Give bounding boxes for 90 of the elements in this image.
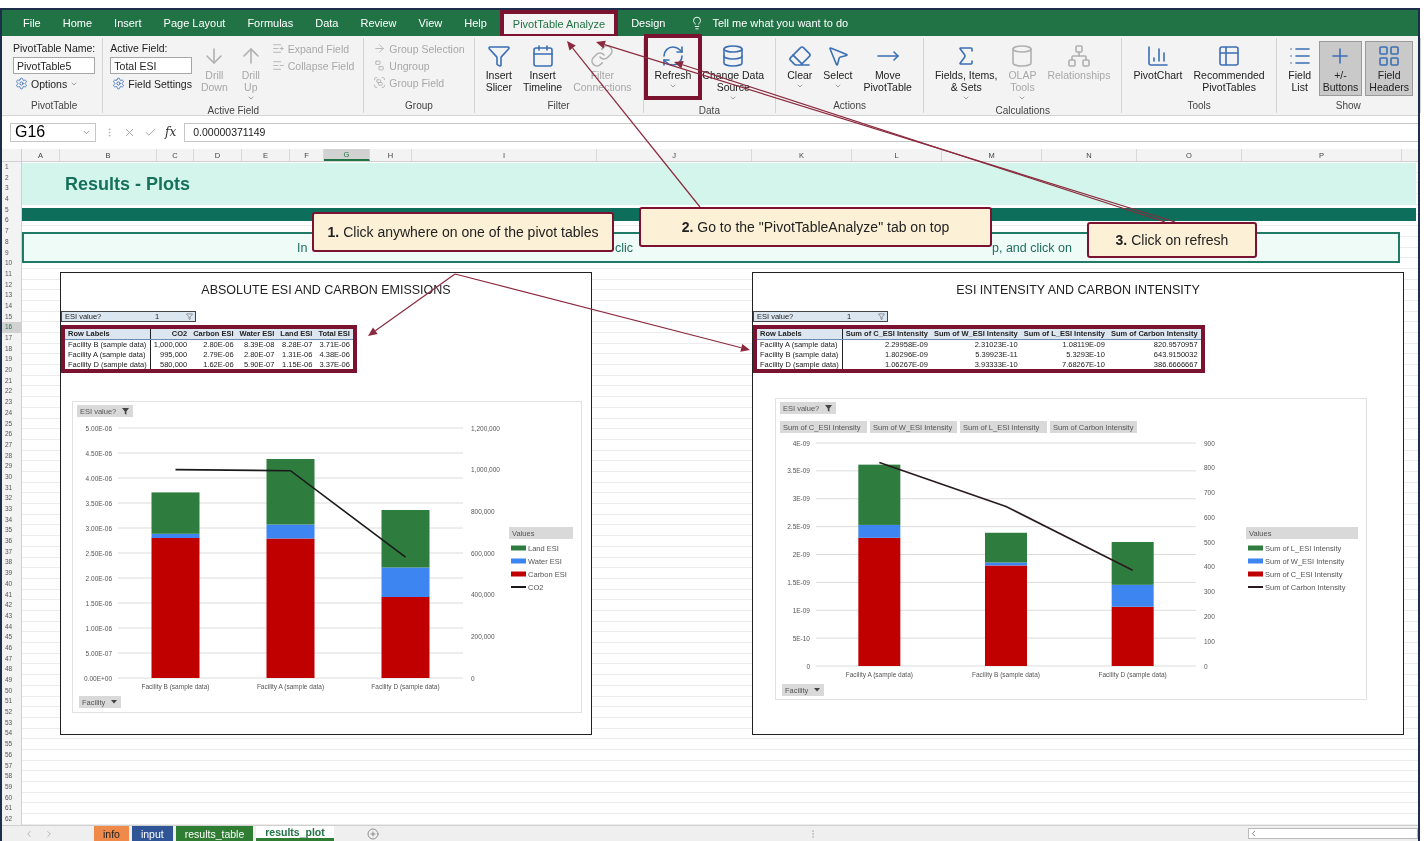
add-icon	[366, 827, 379, 840]
ribbon-button[interactable]: Field List	[1283, 41, 1316, 96]
name-box[interactable]: G16	[10, 122, 96, 142]
ribbon-tab[interactable]: Data	[304, 10, 350, 36]
group-label: Active Field	[207, 105, 260, 118]
bar-chart-icon	[1145, 44, 1170, 68]
callout: 3. Click on refresh	[1087, 222, 1257, 258]
ribbon-button[interactable]: Insert Slicer	[481, 41, 516, 96]
ribbon-button[interactable]: Select	[819, 41, 857, 93]
input-field[interactable]: PivotTable5	[13, 57, 95, 74]
field-label: PivotTable Name:	[13, 41, 96, 55]
tell-me-field[interactable]: Tell me what you want to do	[710, 16, 911, 30]
pivot-chart[interactable]	[775, 398, 1367, 700]
grid-icon	[1377, 44, 1402, 68]
field-label: Active Field:	[110, 41, 169, 55]
caret-icon	[729, 94, 738, 102]
sheet-tab[interactable]: input	[131, 826, 173, 841]
group-label: Data	[698, 105, 720, 118]
pivot-table[interactable]	[753, 325, 1205, 373]
group-label: Group	[405, 100, 433, 113]
caret-icon	[1018, 94, 1027, 102]
funnel-icon	[878, 313, 885, 320]
group-label: Actions	[833, 100, 866, 113]
ribbon-tab[interactable]: Help	[453, 10, 498, 36]
panel-title: ESI INTENSITY AND CARBON INTENSITY	[956, 283, 1200, 297]
chevron-right-icon	[44, 828, 54, 839]
ribbon-button[interactable]: PivotChart	[1129, 41, 1187, 84]
caret-icon	[962, 94, 971, 102]
caret-icon	[668, 82, 677, 90]
settings-icon	[15, 77, 28, 90]
instruction-text: p, and click on	[992, 240, 1072, 255]
caret-icon	[246, 94, 255, 102]
ribbon-button[interactable]: Fields, Items, & Sets	[930, 41, 1002, 105]
ribbon-tab[interactable]: Design	[620, 10, 677, 36]
callout: 1. Click anywhere on one of the pivot tables	[312, 212, 614, 252]
group-icon	[373, 76, 387, 89]
sheet-tab[interactable]: info	[94, 826, 129, 841]
group-label: Filter	[547, 100, 570, 113]
input-field[interactable]: Total ESI	[110, 57, 193, 74]
group-label: Show	[1335, 100, 1361, 113]
sheet-title: Results - Plots	[65, 173, 191, 195]
sheet-tab[interactable]: results_plot	[256, 826, 334, 841]
ribbon-tab[interactable]: Review	[349, 10, 408, 36]
refresh-icon	[660, 44, 685, 68]
chevron-left-icon	[1249, 829, 1258, 838]
list-plus-icon	[271, 42, 285, 55]
ribbon-button[interactable]: Insert Timeline	[518, 41, 567, 96]
function-label[interactable]: fx	[165, 125, 177, 139]
sheet-tab[interactable]: results_table	[175, 826, 254, 841]
ribbon-button[interactable]: +/- Buttons	[1318, 41, 1363, 96]
arrow-right-icon	[373, 42, 387, 55]
ribbon-button[interactable]: Refresh	[650, 41, 696, 93]
caret-icon	[833, 82, 842, 90]
chevron-left-icon	[24, 828, 34, 839]
group-label: Tools	[1187, 100, 1211, 113]
pivot-table[interactable]	[61, 325, 357, 373]
database-icon	[721, 44, 746, 68]
list-minus-icon	[271, 59, 285, 72]
link-icon	[590, 44, 615, 68]
instruction-text: In	[297, 240, 308, 255]
ribbon-tab[interactable]: View	[407, 10, 454, 36]
ribbon-button[interactable]: Field Headers	[1365, 41, 1413, 96]
ungroup-icon	[373, 59, 387, 72]
settings-icon	[112, 77, 126, 90]
ribbon-button[interactable]: Move PivotTable	[859, 41, 916, 96]
group-label: Calculations	[995, 105, 1050, 118]
ribbon-tab[interactable]: File	[12, 10, 52, 36]
cylinder-icon	[1010, 44, 1035, 68]
group-label: PivotTable	[31, 100, 78, 113]
caret-icon	[795, 82, 804, 90]
funnel-icon	[486, 44, 511, 68]
ribbon-tab[interactable]: Page Layout	[152, 10, 237, 36]
formula-field[interactable]: 0.00000371149	[184, 122, 1418, 142]
funnel-icon	[186, 313, 193, 320]
eraser-icon	[787, 44, 812, 68]
ribbon-button[interactable]: Field Settings	[110, 76, 194, 91]
horizontal-scrollbar[interactable]	[1248, 828, 1418, 839]
calendar-icon	[530, 44, 555, 68]
ribbon-button[interactable]: Recommended PivotTables	[1189, 41, 1269, 96]
ribbon-button[interactable]: Clear	[783, 41, 817, 93]
ribbon-tab[interactable]: Home	[51, 10, 104, 36]
ribbon-tab[interactable]: PivotTable Analyze	[501, 12, 617, 36]
table-icon	[1217, 44, 1242, 68]
ribbon-button[interactable]: Options	[13, 76, 96, 91]
ribbon-tab[interactable]: Insert	[103, 10, 153, 36]
pivot-chart[interactable]	[72, 401, 582, 713]
callout: 2. Go to the "PivotTableAnalyze" tab on top	[639, 207, 992, 247]
instruction-text: clic	[615, 240, 634, 255]
ribbon-tab[interactable]: Formulas	[236, 10, 305, 36]
network-icon	[1066, 44, 1091, 68]
